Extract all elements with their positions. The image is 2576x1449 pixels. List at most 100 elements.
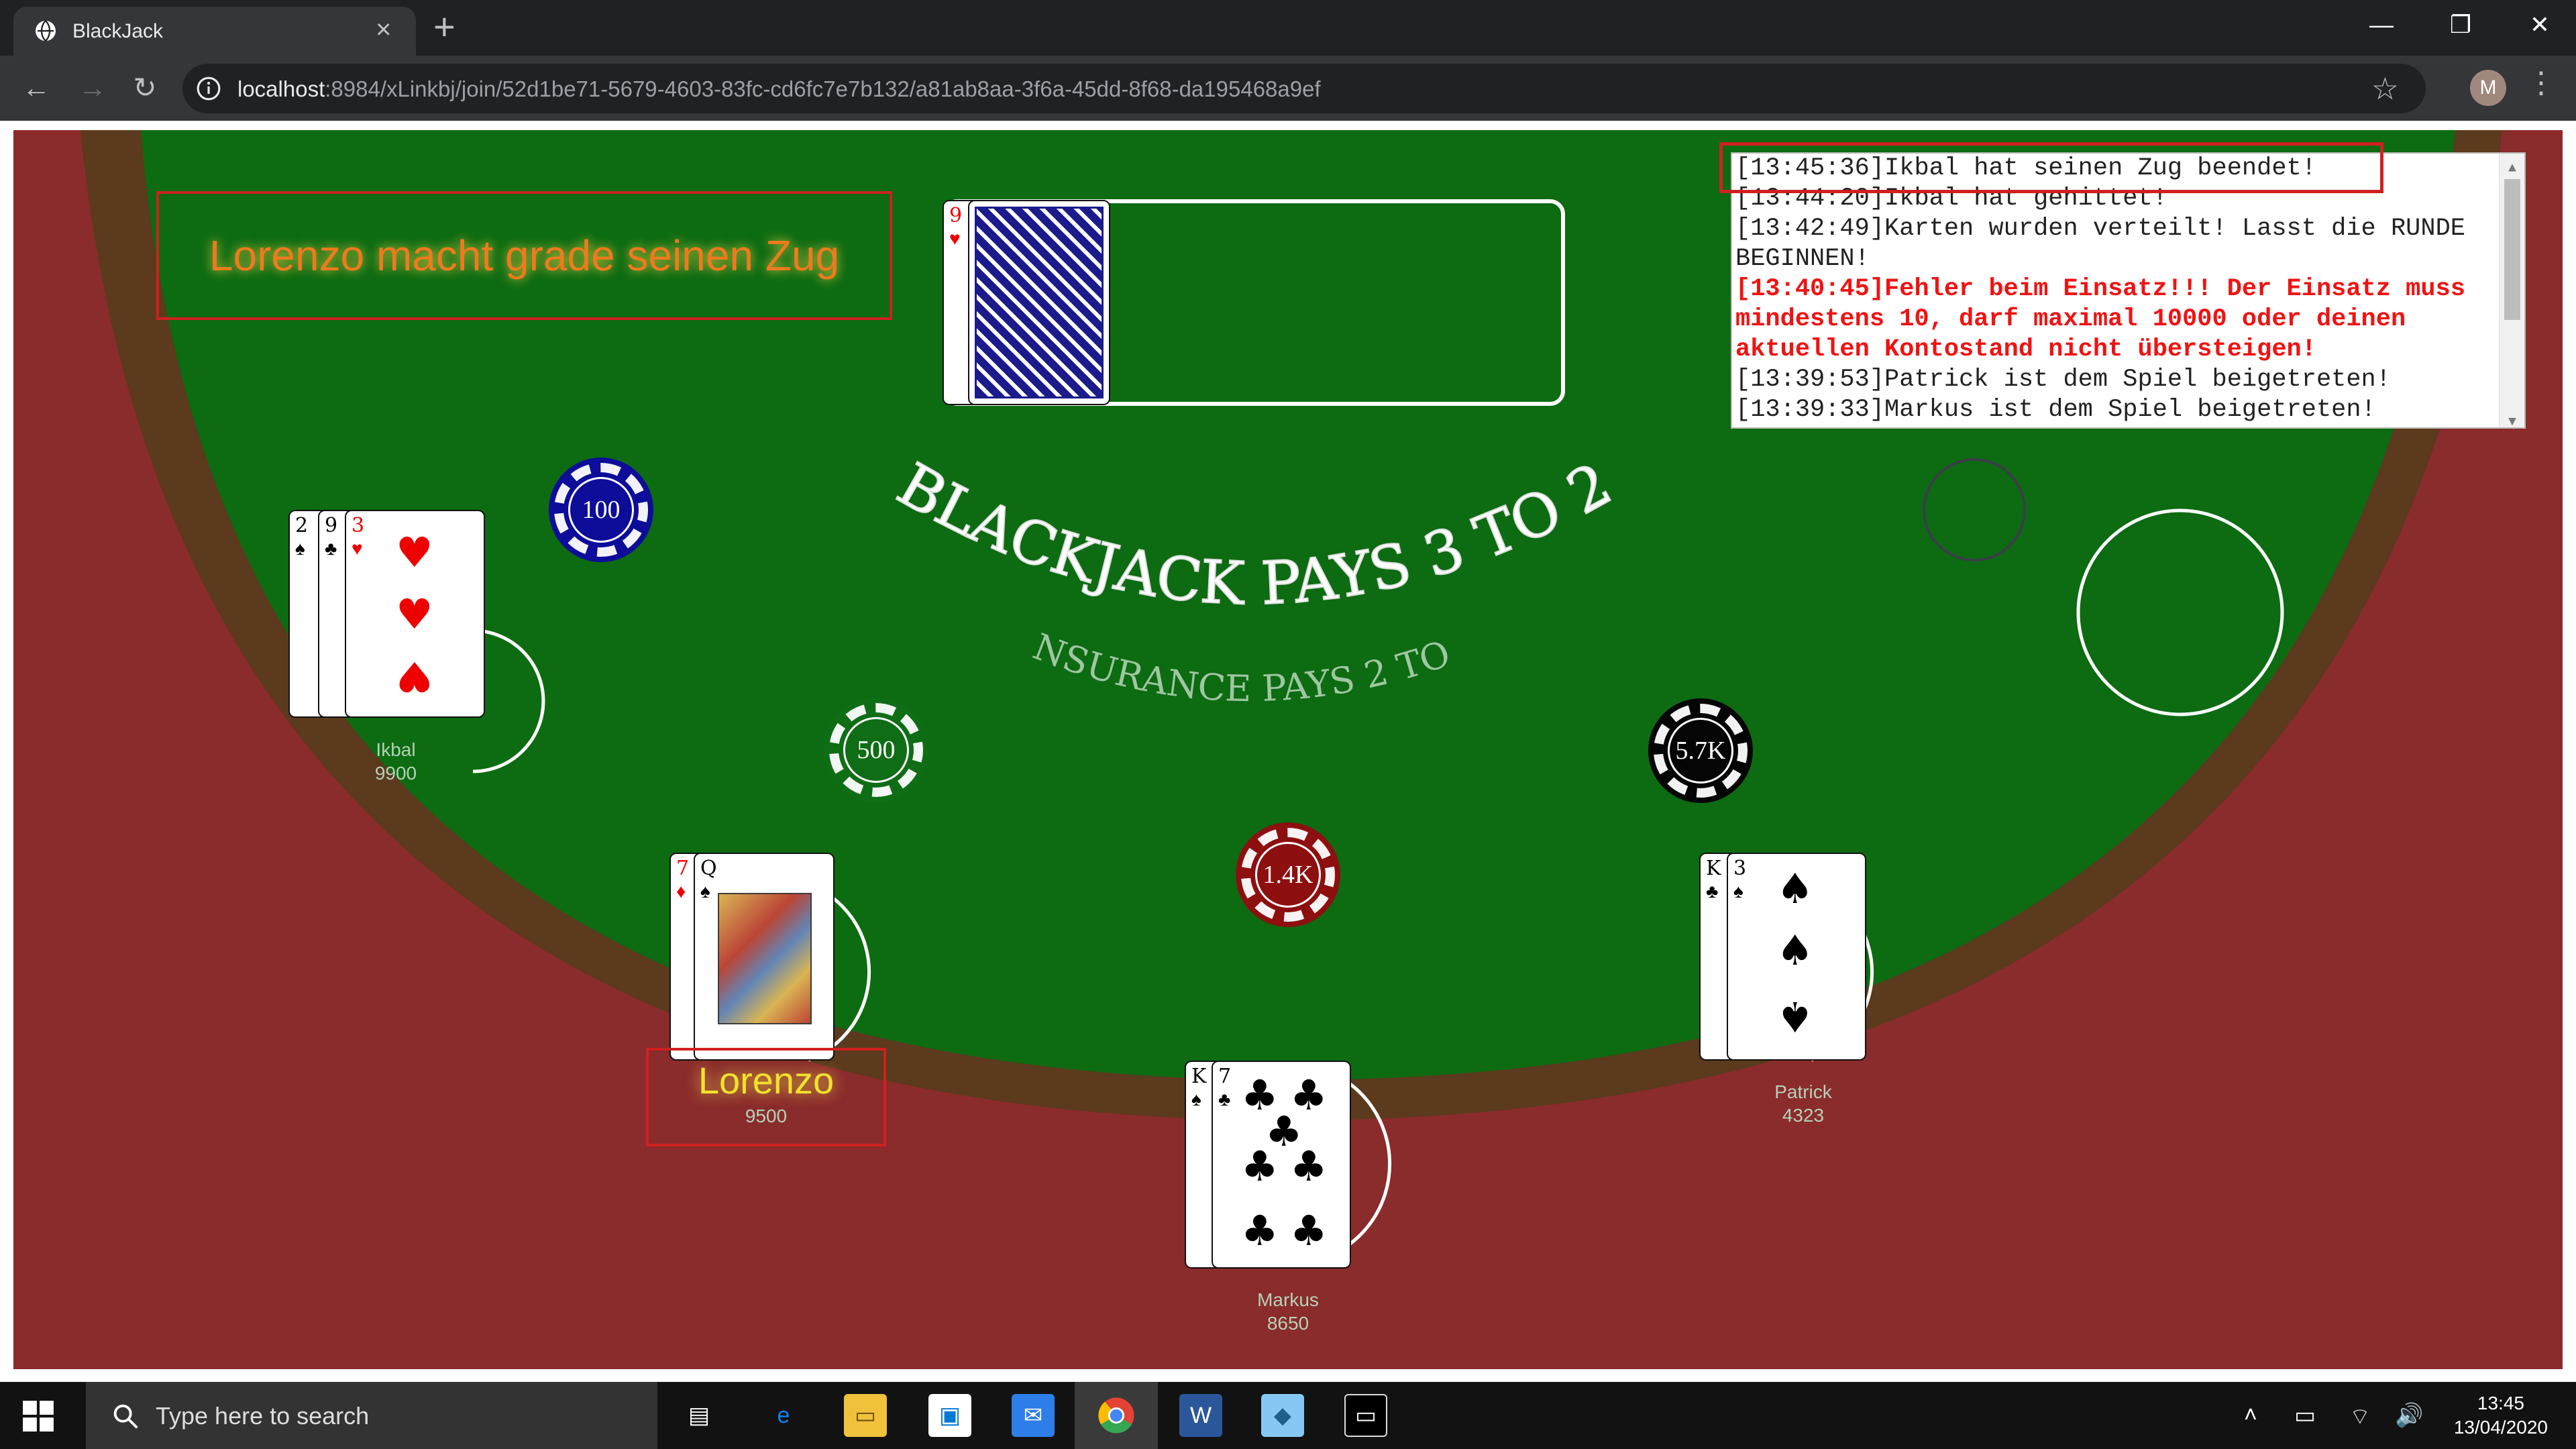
chip-value: 1.4K: [1255, 842, 1321, 908]
store-icon[interactable]: ▣: [928, 1394, 971, 1437]
player-money-patrick: 4323: [1782, 1105, 1825, 1126]
card-suit: ♦: [676, 881, 686, 902]
card-rank: Q: [700, 857, 717, 880]
card-suit: ♠: [1733, 881, 1743, 902]
word-icon[interactable]: W: [1179, 1394, 1222, 1437]
card-suit: ♥: [352, 538, 363, 559]
patrick-card-2: 3 ♠ ♠ ♠ ♠: [1727, 853, 1866, 1061]
bet-chip-ikbal: 100: [549, 458, 653, 562]
windows-taskbar: Type here to search ▤ e ▭ ▣ ✉ W ◆ ▭ ˄ ▭ …: [0, 1382, 2576, 1449]
game-viewport: BLACKJACK PAYS 3 TO 2 INSURANCE PAYS 2 T…: [0, 121, 2576, 1382]
bet-chip-patrick: 5.7K: [1648, 698, 1753, 803]
taskbar-search[interactable]: Type here to search: [86, 1382, 657, 1449]
ikbal-card-3: 3 ♥ ♥ ♥ ♥: [345, 510, 485, 718]
card-pip: ♣: [1290, 1142, 1328, 1191]
card-rank: 7: [676, 857, 690, 880]
reload-icon[interactable]: ↻: [127, 70, 162, 105]
close-window-icon[interactable]: ✕: [2500, 0, 2576, 50]
game-log[interactable]: [13:45:36]Ikbal hat seinen Zug beendet! …: [1731, 152, 2526, 429]
latest-log-highlight: [1719, 142, 2383, 193]
card-pip: ♥: [396, 528, 433, 577]
tab-title: BlackJack: [72, 20, 164, 42]
card-suit: ♠: [295, 538, 305, 559]
card-pip: ♥: [396, 590, 433, 639]
profile-avatar[interactable]: M: [2470, 70, 2506, 106]
restore-icon[interactable]: ❐: [2420, 0, 2501, 50]
address-bar[interactable]: localhost:8984/xLinkbj/join/52d1be71-567…: [182, 64, 2426, 113]
file-explorer-icon[interactable]: ▭: [844, 1394, 887, 1437]
clock-date: 13/04/2020: [2453, 1417, 2548, 1438]
lorenzo-card-2: Q ♠: [694, 853, 835, 1061]
card-pip: ♠: [1776, 992, 1814, 1041]
volume-icon[interactable]: 🔊: [2395, 1402, 2423, 1429]
card-pip: ♣: [1290, 1206, 1328, 1255]
dealer-hidden-card: [968, 200, 1110, 405]
card-suit: ♣: [1218, 1089, 1231, 1110]
card-suit: ♣: [325, 538, 337, 559]
menu-dots-icon[interactable]: ⋮: [2526, 66, 2556, 106]
card-suit: ♠: [1191, 1089, 1201, 1110]
new-tab-icon[interactable]: +: [433, 7, 455, 47]
player-name-markus: Markus: [1257, 1289, 1319, 1310]
scroll-down-icon[interactable]: ▼: [2500, 407, 2524, 427]
clock-time: 13:45: [2477, 1393, 2524, 1413]
tray-chevron-icon[interactable]: ˄: [2244, 1402, 2257, 1428]
card-pip: ♥: [396, 652, 433, 701]
chip-value: 500: [843, 717, 909, 783]
card-rank: K: [1191, 1065, 1207, 1088]
url-text[interactable]: localhost:8984/xLinkbj/join/52d1be71-567…: [237, 76, 1321, 102]
windows-start-icon[interactable]: [21, 1399, 55, 1433]
task-view-icon[interactable]: ▤: [678, 1394, 720, 1437]
dealer-card-rank: 9: [949, 204, 963, 227]
card-rank: 7: [1218, 1065, 1232, 1088]
search-placeholder: Type here to search: [156, 1402, 370, 1430]
screen: BlackJack × + — ❐ ✕ ← → ↻ localhost:8984…: [0, 0, 2576, 1449]
log-lines: [13:45:36]Ikbal hat seinen Zug beendet! …: [1735, 154, 2498, 425]
battery-icon[interactable]: ▭: [2294, 1402, 2316, 1429]
card-pip: ♣: [1241, 1206, 1279, 1255]
browser-tab-strip: BlackJack × + — ❐ ✕: [0, 0, 2576, 56]
card-pip: ♣: [1241, 1142, 1279, 1191]
url-path: :8984/xLinkbj/join/52d1be71-5679-4603-83…: [325, 76, 1321, 101]
search-icon: [113, 1404, 138, 1429]
card-back-pattern: [975, 207, 1104, 398]
globe-icon: [36, 19, 56, 42]
log-entry-error: [13:40:45]Fehler beim Einsatz!!! Der Ein…: [1735, 275, 2465, 364]
log-entry: [13:42:49]Karten wurden verteilt! Lasst …: [1735, 215, 2465, 273]
card-rank: 3: [1733, 857, 1747, 880]
tab-close-icon[interactable]: ×: [376, 15, 391, 44]
app-icon[interactable]: ◆: [1261, 1394, 1304, 1437]
card-rank: 9: [325, 514, 338, 537]
card-rank: 2: [295, 514, 309, 537]
browser-tab[interactable]: BlackJack ×: [13, 7, 416, 56]
player-money-markus: 8650: [1267, 1313, 1309, 1334]
dealer-card-suit: ♥: [949, 228, 961, 249]
scroll-up-icon[interactable]: ▲: [2500, 154, 2524, 176]
log-scroll-thumb[interactable]: [2504, 179, 2520, 320]
turn-status-banner: Lorenzo macht grade seinen Zug: [156, 191, 892, 320]
url-host: localhost: [237, 76, 325, 101]
chrome-taskbar-button[interactable]: [1075, 1382, 1158, 1449]
edge-icon[interactable]: e: [762, 1394, 805, 1437]
card-suit: ♣: [1706, 881, 1719, 902]
chip-value: 5.7K: [1668, 718, 1733, 784]
log-scrollbar[interactable]: ▲ ▼: [2499, 154, 2524, 427]
card-pip: ♠: [1776, 864, 1814, 913]
browser-toolbar: ← → ↻ localhost:8984/xLinkbj/join/52d1be…: [0, 56, 2576, 121]
chip-value: 100: [568, 477, 634, 543]
forward-arrow-icon[interactable]: →: [75, 70, 110, 105]
player-name-patrick: Patrick: [1774, 1081, 1832, 1102]
bookmark-star-icon[interactable]: ☆: [2371, 70, 2399, 107]
minimize-icon[interactable]: —: [2341, 0, 2422, 50]
info-icon[interactable]: [196, 76, 221, 101]
mail-icon[interactable]: ✉: [1012, 1394, 1055, 1437]
back-arrow-icon[interactable]: ←: [19, 70, 54, 105]
system-clock[interactable]: 13:45 13/04/2020: [2454, 1391, 2548, 1440]
card-rank: K: [1706, 857, 1721, 880]
markus-card-2: 7 ♣ ♣ ♣ ♣ ♣ ♣ ♣ ♣: [1212, 1061, 1351, 1269]
player-money-lorenzo: 9500: [745, 1106, 788, 1126]
wifi-icon[interactable]: ⌔: [2349, 1402, 2371, 1431]
card-pip: ♠: [1776, 926, 1814, 975]
terminal-icon[interactable]: ▭: [1344, 1394, 1387, 1437]
player-name-lorenzo: Lorenzo: [698, 1059, 835, 1102]
